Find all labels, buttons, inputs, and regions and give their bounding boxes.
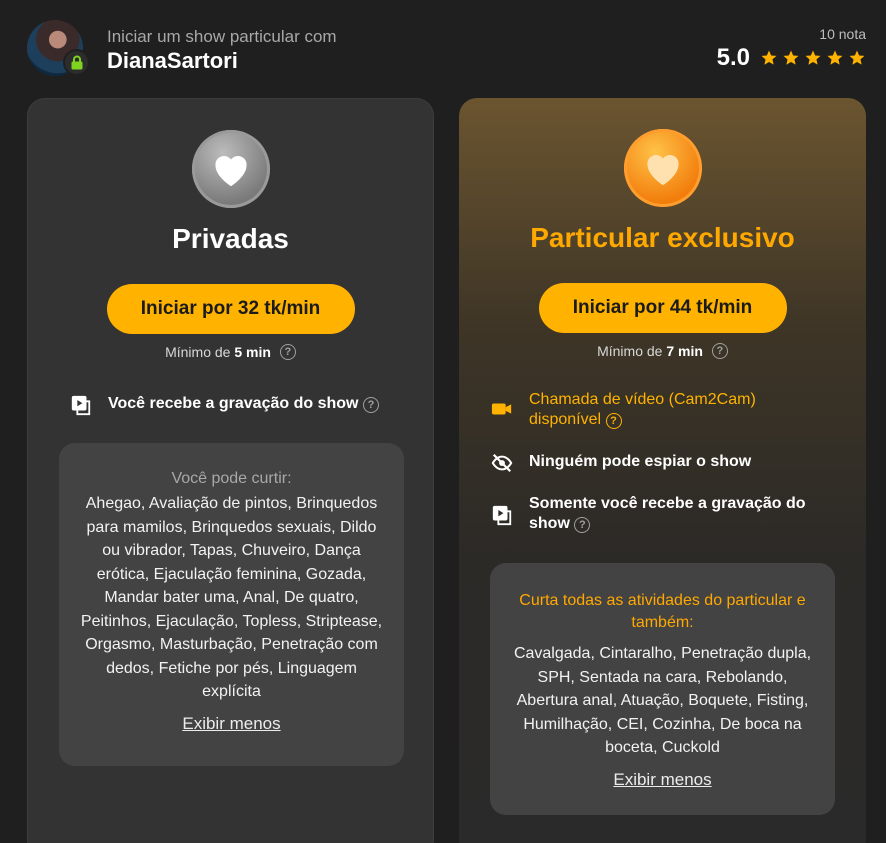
header-subtitle: Iniciar um show particular com (107, 27, 337, 46)
rating-value: 5.0 (716, 44, 750, 71)
activities-title: Curta todas as atividades do particular … (519, 592, 806, 631)
help-icon[interactable]: ? (711, 343, 728, 359)
minimum-duration: Mínimo de 5 min ? (28, 344, 433, 360)
card-title: Particular exclusivo (530, 222, 795, 253)
star-icon (783, 50, 799, 65)
feature-recording-exclusive: Somente você recebe a gravação do show ? (491, 494, 821, 534)
feature-text: Chamada de vídeo (Cam2Cam) disponível ? (529, 391, 756, 429)
heart-icon (623, 129, 702, 207)
star-icon (761, 50, 777, 65)
minimum-value: 5 min (234, 344, 271, 360)
minimum-duration: Mínimo de 7 min ? (459, 343, 866, 359)
rating-stars (760, 49, 866, 67)
private-show-card: Privadas Iniciar por 32 tk/min Mínimo de… (27, 98, 434, 843)
activities-title: Você pode curtir: (171, 470, 292, 487)
header: Iniciar um show particular com DianaSart… (0, 0, 886, 96)
activities-list: Ahegao, Avaliação de pintos, Brinquedos … (80, 495, 383, 700)
camera-icon (491, 403, 512, 415)
video-recording-icon (492, 505, 512, 526)
show-less-link[interactable]: Exibir menos (182, 714, 280, 734)
help-icon[interactable]: ? (574, 517, 591, 533)
start-exclusive-button[interactable]: Iniciar por 44 tk/min (538, 283, 787, 333)
rating-count: 10 nota (819, 26, 866, 42)
minimum-label: Mínimo de (597, 343, 663, 359)
minimum-label: Mínimo de (165, 344, 231, 360)
card-title: Privadas (172, 223, 289, 254)
show-less-link[interactable]: Exibir menos (613, 770, 711, 790)
feature-recording: Você recebe a gravação do show ? (70, 394, 379, 416)
feature-no-spy: Ninguém pode espiar o show (491, 452, 821, 474)
feature-cam2cam: Chamada de vídeo (Cam2Cam) disponível ? (491, 390, 821, 430)
feature-text: Ninguém pode espiar o show (529, 453, 752, 470)
video-recording-icon (71, 395, 91, 416)
model-name[interactable]: DianaSartori (107, 48, 238, 74)
star-icon (805, 50, 821, 65)
help-icon[interactable]: ? (279, 344, 296, 360)
feature-text: Somente você recebe a gravação do show ? (529, 495, 806, 533)
feature-text: Você recebe a gravação do show ? (108, 394, 379, 414)
eye-off-icon (491, 453, 513, 473)
help-icon[interactable]: ? (362, 397, 379, 413)
rating: 5.0 (717, 44, 866, 72)
star-icon (849, 50, 865, 65)
minimum-value: 7 min (666, 343, 703, 359)
star-icon (827, 50, 843, 65)
activities-list: Cavalgada, Cintaralho, Penetração dupla,… (513, 645, 812, 756)
heart-icon (191, 130, 270, 208)
activities-box: Você pode curtir: Ahegao, Avaliação de p… (59, 443, 404, 766)
lock-icon (63, 49, 90, 76)
exclusive-show-card: Particular exclusivo Iniciar por 44 tk/m… (459, 98, 866, 843)
help-icon[interactable]: ? (605, 413, 622, 429)
start-private-button[interactable]: Iniciar por 32 tk/min (106, 284, 355, 334)
activities-box: Curta todas as atividades do particular … (490, 563, 835, 815)
